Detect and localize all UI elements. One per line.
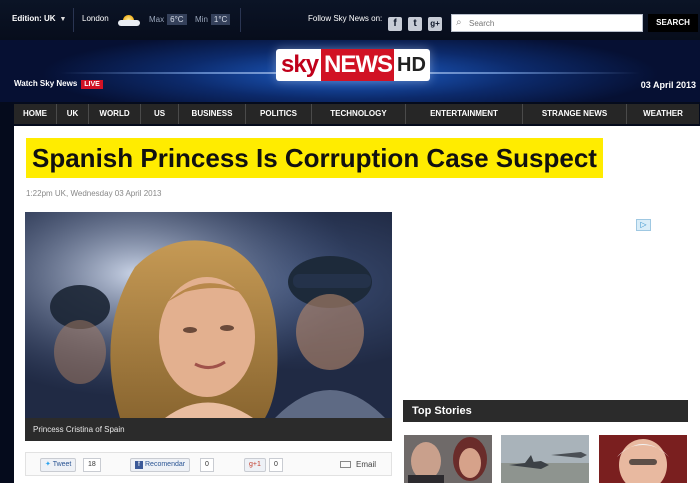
- page-date: 03 April 2013: [640, 80, 696, 90]
- facebook-icon: f: [135, 461, 143, 469]
- top-story-thumbnail[interactable]: [599, 435, 687, 483]
- twitter-bird-icon: ✦: [45, 461, 53, 468]
- facebook-recommend-button[interactable]: f Recomendar: [130, 458, 191, 472]
- story-photo-3: [599, 435, 687, 483]
- article-photo[interactable]: [25, 212, 392, 418]
- top-bar: Edition: UK ▼ London Max 6°C Min 1°C Follow…: [0, 0, 700, 40]
- gplus-label: +1: [252, 461, 261, 468]
- google-plus-one-button[interactable]: g+1: [244, 458, 266, 472]
- ad-choices-icon[interactable]: ▷: [636, 219, 651, 231]
- gplus-count: 0: [269, 458, 283, 472]
- search-input[interactable]: [469, 16, 639, 30]
- divider: [240, 8, 241, 32]
- article-headline: Spanish Princess Is Corruption Case Susp…: [26, 138, 603, 178]
- twitter-icon[interactable]: t: [408, 17, 422, 31]
- max-label: Max: [149, 15, 165, 24]
- photo-caption: Princess Cristina of Spain: [25, 418, 392, 441]
- watch-live-link[interactable]: Watch Sky News LIVE: [14, 79, 103, 89]
- logo-news: NEWS: [321, 49, 395, 81]
- search-icon: ⌕: [456, 17, 462, 28]
- story-photo-1: [404, 435, 492, 483]
- follow-label: Follow Sky News on:: [308, 14, 383, 23]
- nav-item-weather[interactable]: WEATHER: [627, 104, 699, 124]
- facebook-count: 0: [200, 458, 214, 472]
- nav-item-world[interactable]: WORLD: [89, 104, 141, 124]
- email-button[interactable]: Email: [340, 460, 376, 469]
- princess-photo: [25, 212, 392, 418]
- nav-item-politics[interactable]: POLITICS: [246, 104, 312, 124]
- email-label: Email: [356, 460, 377, 469]
- search-field[interactable]: ⌕: [451, 14, 643, 32]
- min-value: 1°C: [210, 14, 231, 25]
- nav-item-business[interactable]: BUSINESS: [179, 104, 246, 124]
- edition-selector[interactable]: Edition: UK ▼: [12, 14, 66, 23]
- nav-item-technology[interactable]: TECHNOLOGY: [312, 104, 406, 124]
- max-temp: Max 6°C: [149, 14, 187, 25]
- google-plus-icon[interactable]: g+: [428, 17, 442, 31]
- logo-sky: sky: [276, 49, 322, 81]
- masthead: sky NEWS HD: [0, 40, 700, 102]
- nav-item-home[interactable]: HOME: [14, 104, 57, 124]
- edition-label: Edition: UK: [12, 14, 56, 23]
- search-button[interactable]: SEARCH: [648, 14, 698, 32]
- chevron-down-icon: ▼: [59, 16, 67, 23]
- nav-item-strange-news[interactable]: STRANGE NEWS: [523, 104, 627, 124]
- nav-item-uk[interactable]: UK: [57, 104, 89, 124]
- nav-item-entertainment[interactable]: ENTERTAINMENT: [406, 104, 523, 124]
- envelope-icon: [340, 461, 351, 468]
- logo-hd: HD: [394, 49, 430, 81]
- divider: [73, 8, 74, 32]
- min-temp: Min 1°C: [195, 14, 231, 25]
- nav-item-us[interactable]: US: [141, 104, 179, 124]
- min-label: Min: [195, 15, 208, 24]
- top-story-thumbnail[interactable]: [404, 435, 492, 483]
- sky-news-hd-logo[interactable]: sky NEWS HD: [276, 49, 430, 81]
- article-timestamp: 1:22pm UK, Wednesday 03 April 2013: [26, 189, 162, 198]
- tweet-count: 18: [83, 458, 101, 472]
- story-photo-2: [501, 435, 589, 483]
- main-nav: HOME UK WORLD US BUSINESS POLITICS TECHN…: [14, 104, 699, 124]
- weather-city: London: [82, 14, 109, 23]
- max-value: 6°C: [167, 14, 187, 25]
- tweet-label: Tweet: [52, 461, 72, 468]
- share-bar: ✦ Tweet 18 f Recomendar 0 g+1 0 Email: [25, 452, 392, 476]
- watch-label: Watch Sky News: [14, 79, 78, 88]
- tweet-button[interactable]: ✦ Tweet: [40, 458, 77, 472]
- facebook-icon[interactable]: f: [388, 17, 402, 31]
- top-stories-header: Top Stories: [403, 400, 688, 422]
- live-badge: LIVE: [81, 80, 103, 89]
- top-story-thumbnail[interactable]: [501, 435, 589, 483]
- facebook-label: Recomendar: [145, 461, 186, 468]
- sunny-cloud-icon: [118, 14, 140, 26]
